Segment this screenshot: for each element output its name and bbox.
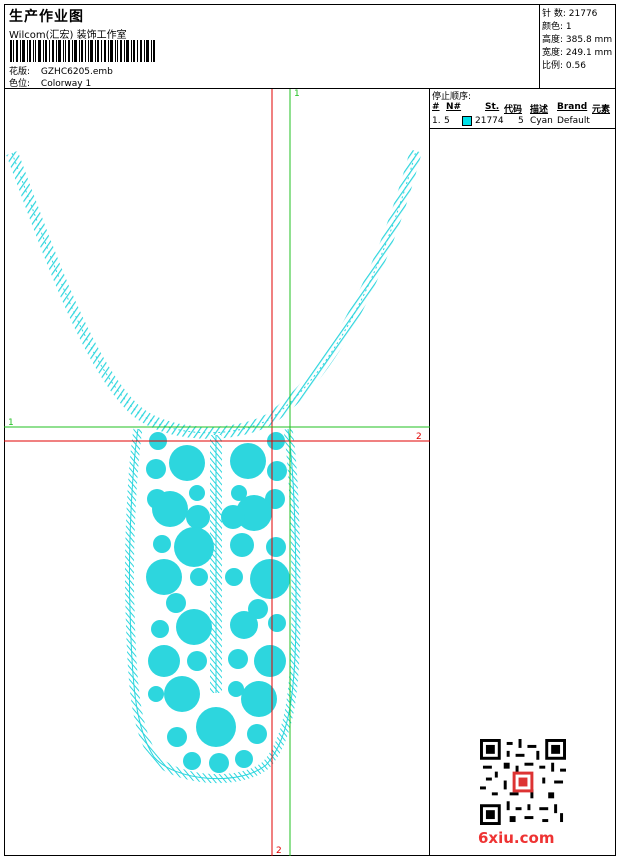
- red-horizontal-label: 2: [416, 432, 422, 442]
- design-width: 宽度: 249.1 mm: [542, 48, 613, 58]
- thread-color-swatch: [462, 116, 472, 126]
- barcode: [10, 40, 155, 62]
- col-code: 代码: [504, 105, 523, 115]
- col-hash: #: [432, 102, 440, 112]
- col-brand: Brand: [557, 102, 588, 112]
- stats-panel: 针 数: 21776 颜色: 1 高度: 385.8 mm 宽度: 249.1 …: [540, 4, 616, 89]
- header: 生产作业图 Wilcom(汇宏) 装饰工作室 花版: GZHC6205.emb …: [4, 4, 540, 89]
- design-canvas: 1 1 2 2: [4, 89, 430, 856]
- colorway-row: 色位: Colorway 1: [9, 76, 91, 89]
- colorway-label: 色位:: [9, 79, 31, 89]
- embroidery-design: [4, 89, 430, 856]
- divider: [430, 128, 616, 129]
- page-title: 生产作业图: [9, 9, 84, 25]
- green-vertical-label: 1: [294, 89, 300, 99]
- row-number: 1.: [432, 116, 441, 126]
- row-needle: 5: [444, 116, 450, 126]
- red-vertical-label: 2: [276, 846, 282, 856]
- row-code: 5: [518, 116, 524, 126]
- row-brand: Default: [557, 116, 590, 126]
- stop-sequence-panel: 停止顺序: # N# St. 代码 描述 Brand 元素 1. 5 21774…: [430, 89, 616, 856]
- green-horizontal-label: 1: [8, 418, 14, 428]
- colorway-value: Colorway 1: [40, 79, 92, 89]
- design-height: 高度: 385.8 mm: [542, 35, 613, 45]
- color-count: 颜色: 1: [542, 22, 572, 32]
- watermark: 6xiu.com: [478, 829, 555, 847]
- col-stitches: St.: [485, 102, 500, 112]
- row-description: Cyan: [530, 116, 553, 126]
- col-description: 描述: [530, 105, 549, 115]
- neckline-strap: [6, 149, 422, 439]
- design-scale: 比例: 0.56: [542, 61, 586, 71]
- stitch-count: 针 数: 21776: [542, 9, 598, 19]
- col-n: N#: [446, 102, 462, 112]
- stop-sequence-title: 停止顺序:: [432, 92, 472, 102]
- row-stitches: 21774: [475, 116, 504, 126]
- col-element: 元素: [592, 105, 611, 115]
- qr-code: [480, 739, 566, 825]
- company-name: Wilcom(汇宏) 装饰工作室: [9, 30, 127, 41]
